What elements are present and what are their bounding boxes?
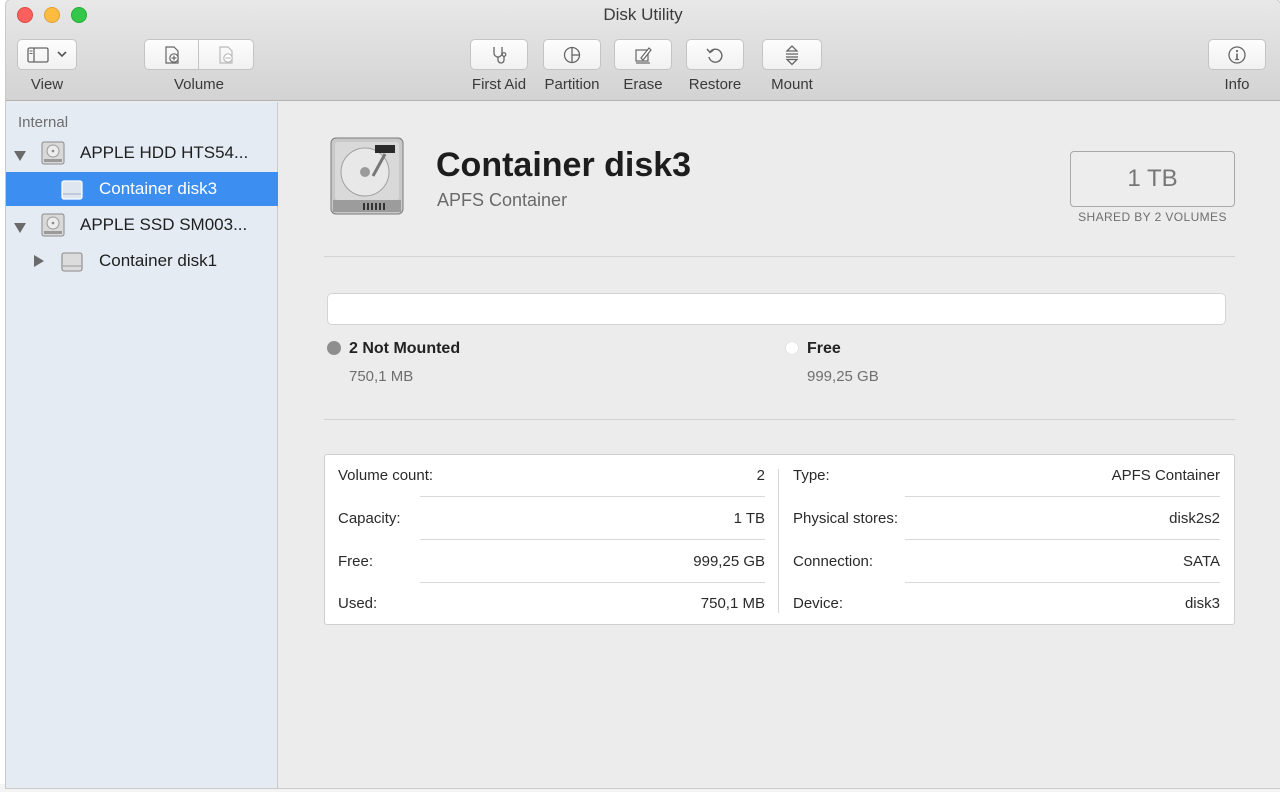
info-key: Used: xyxy=(338,595,378,612)
partition-icon xyxy=(562,45,582,65)
mount-button[interactable] xyxy=(762,39,822,70)
sidebar: Internal APPLE HDD HTS54... Container di… xyxy=(6,102,278,788)
divider xyxy=(324,419,1235,420)
add-volume-button[interactable] xyxy=(144,39,199,70)
hard-drive-icon xyxy=(327,136,407,221)
restore-icon xyxy=(705,45,725,65)
capacity-badge: 1 TB xyxy=(1070,151,1235,207)
info-row-device: Device: disk3 xyxy=(793,583,1220,625)
window-title: Disk Utility xyxy=(603,5,683,24)
row-separator xyxy=(905,539,1220,540)
volume-icon xyxy=(60,251,84,278)
legend-not-mounted-title: 2 Not Mounted xyxy=(349,340,461,357)
info-value: disk3 xyxy=(1184,595,1220,612)
sidebar-item-container-disk3[interactable]: Container disk3 xyxy=(6,172,278,206)
sidebar-item-container-disk1[interactable]: Container disk1 xyxy=(6,244,278,278)
sidebar-item-apple-hdd[interactable]: APPLE HDD HTS54... xyxy=(6,136,278,170)
info-key: Volume count: xyxy=(338,467,434,484)
info-row-used: Used: 750,1 MB xyxy=(338,583,765,625)
info-value: 2 xyxy=(756,467,765,484)
hard-disk-icon xyxy=(40,213,66,242)
erase-icon xyxy=(633,45,653,65)
divider xyxy=(324,256,1235,257)
info-row-physical-stores: Physical stores: disk2s2 xyxy=(793,498,1220,540)
info-icon xyxy=(1227,45,1247,65)
info-key: Connection: xyxy=(793,553,874,570)
hard-disk-icon xyxy=(40,141,66,170)
restore-button[interactable] xyxy=(686,39,744,70)
remove-volume-button[interactable] xyxy=(198,39,254,70)
add-volume-icon xyxy=(162,45,182,65)
stethoscope-icon xyxy=(488,45,510,65)
info-row-connection: Connection: SATA xyxy=(793,541,1220,583)
mount-label: Mount xyxy=(771,76,813,93)
volume-icon xyxy=(60,179,84,206)
info-value: 750,1 MB xyxy=(700,595,765,612)
info-label: Info xyxy=(1224,76,1250,93)
disk-utility-window: Disk Utility View Volume First Aid Parti… xyxy=(6,0,1280,788)
info-row-capacity: Capacity: 1 TB xyxy=(338,498,765,540)
info-row-volume-count: Volume count: 2 xyxy=(338,455,765,497)
chevron-down-icon xyxy=(57,51,67,58)
info-row-type: Type: APFS Container xyxy=(793,455,1220,497)
info-value: APFS Container xyxy=(1111,467,1220,484)
row-separator xyxy=(905,496,1220,497)
first-aid-label: First Aid xyxy=(471,76,527,93)
not-mounted-swatch xyxy=(327,341,341,355)
info-key: Capacity: xyxy=(338,510,401,527)
info-value: disk2s2 xyxy=(1169,510,1220,527)
info-key: Physical stores: xyxy=(793,510,899,527)
disclosure-expanded-icon[interactable] xyxy=(14,148,26,166)
usage-bar xyxy=(327,293,1226,325)
row-separator xyxy=(420,496,765,497)
sidebar-icon xyxy=(27,46,49,63)
info-button[interactable] xyxy=(1208,39,1266,70)
legend-free-value: 999,25 GB xyxy=(807,368,879,385)
page-title: Container disk3 xyxy=(436,146,692,184)
legend-free-title: Free xyxy=(807,340,841,357)
column-divider xyxy=(778,469,779,613)
remove-volume-icon xyxy=(216,45,236,65)
sidebar-item-label: Container disk1 xyxy=(99,251,218,270)
disclosure-expanded-icon[interactable] xyxy=(14,220,26,238)
restore-label: Restore xyxy=(688,76,742,93)
info-key: Free: xyxy=(338,553,374,570)
sidebar-section-internal: Internal xyxy=(18,114,69,131)
info-table: Volume count: 2 Capacity: 1 TB Free: 999… xyxy=(324,454,1235,625)
info-value: 999,25 GB xyxy=(693,553,765,570)
info-row-free: Free: 999,25 GB xyxy=(338,541,765,583)
info-key: Type: xyxy=(793,467,830,484)
legend-not-mounted-value: 750,1 MB xyxy=(349,368,414,385)
partition-button[interactable] xyxy=(543,39,601,70)
disclosure-collapsed-icon[interactable] xyxy=(34,254,44,272)
partition-label: Partition xyxy=(544,76,600,93)
first-aid-button[interactable] xyxy=(470,39,528,70)
toolbar: Disk Utility View Volume First Aid Parti… xyxy=(6,0,1280,101)
view-button[interactable] xyxy=(17,39,77,70)
detail-pane: Container disk3 APFS Container 1 TB SHAR… xyxy=(279,102,1280,788)
info-key: Device: xyxy=(793,595,844,612)
sidebar-item-apple-ssd[interactable]: APPLE SSD SM003... xyxy=(6,208,278,242)
capacity-caption: SHARED BY 2 VOLUMES xyxy=(1078,210,1227,224)
erase-button[interactable] xyxy=(614,39,672,70)
erase-label: Erase xyxy=(623,76,663,93)
mount-icon xyxy=(784,44,800,66)
sidebar-item-label: APPLE HDD HTS54... xyxy=(80,143,249,162)
sidebar-item-label: Container disk3 xyxy=(99,179,218,198)
info-value: 1 TB xyxy=(733,510,765,527)
container-type: APFS Container xyxy=(437,190,568,210)
sidebar-item-label: APPLE SSD SM003... xyxy=(80,215,248,234)
view-label: View xyxy=(30,76,64,93)
volume-label: Volume xyxy=(173,76,225,93)
row-separator xyxy=(420,539,765,540)
info-value: SATA xyxy=(1183,553,1220,570)
free-swatch xyxy=(785,341,799,355)
